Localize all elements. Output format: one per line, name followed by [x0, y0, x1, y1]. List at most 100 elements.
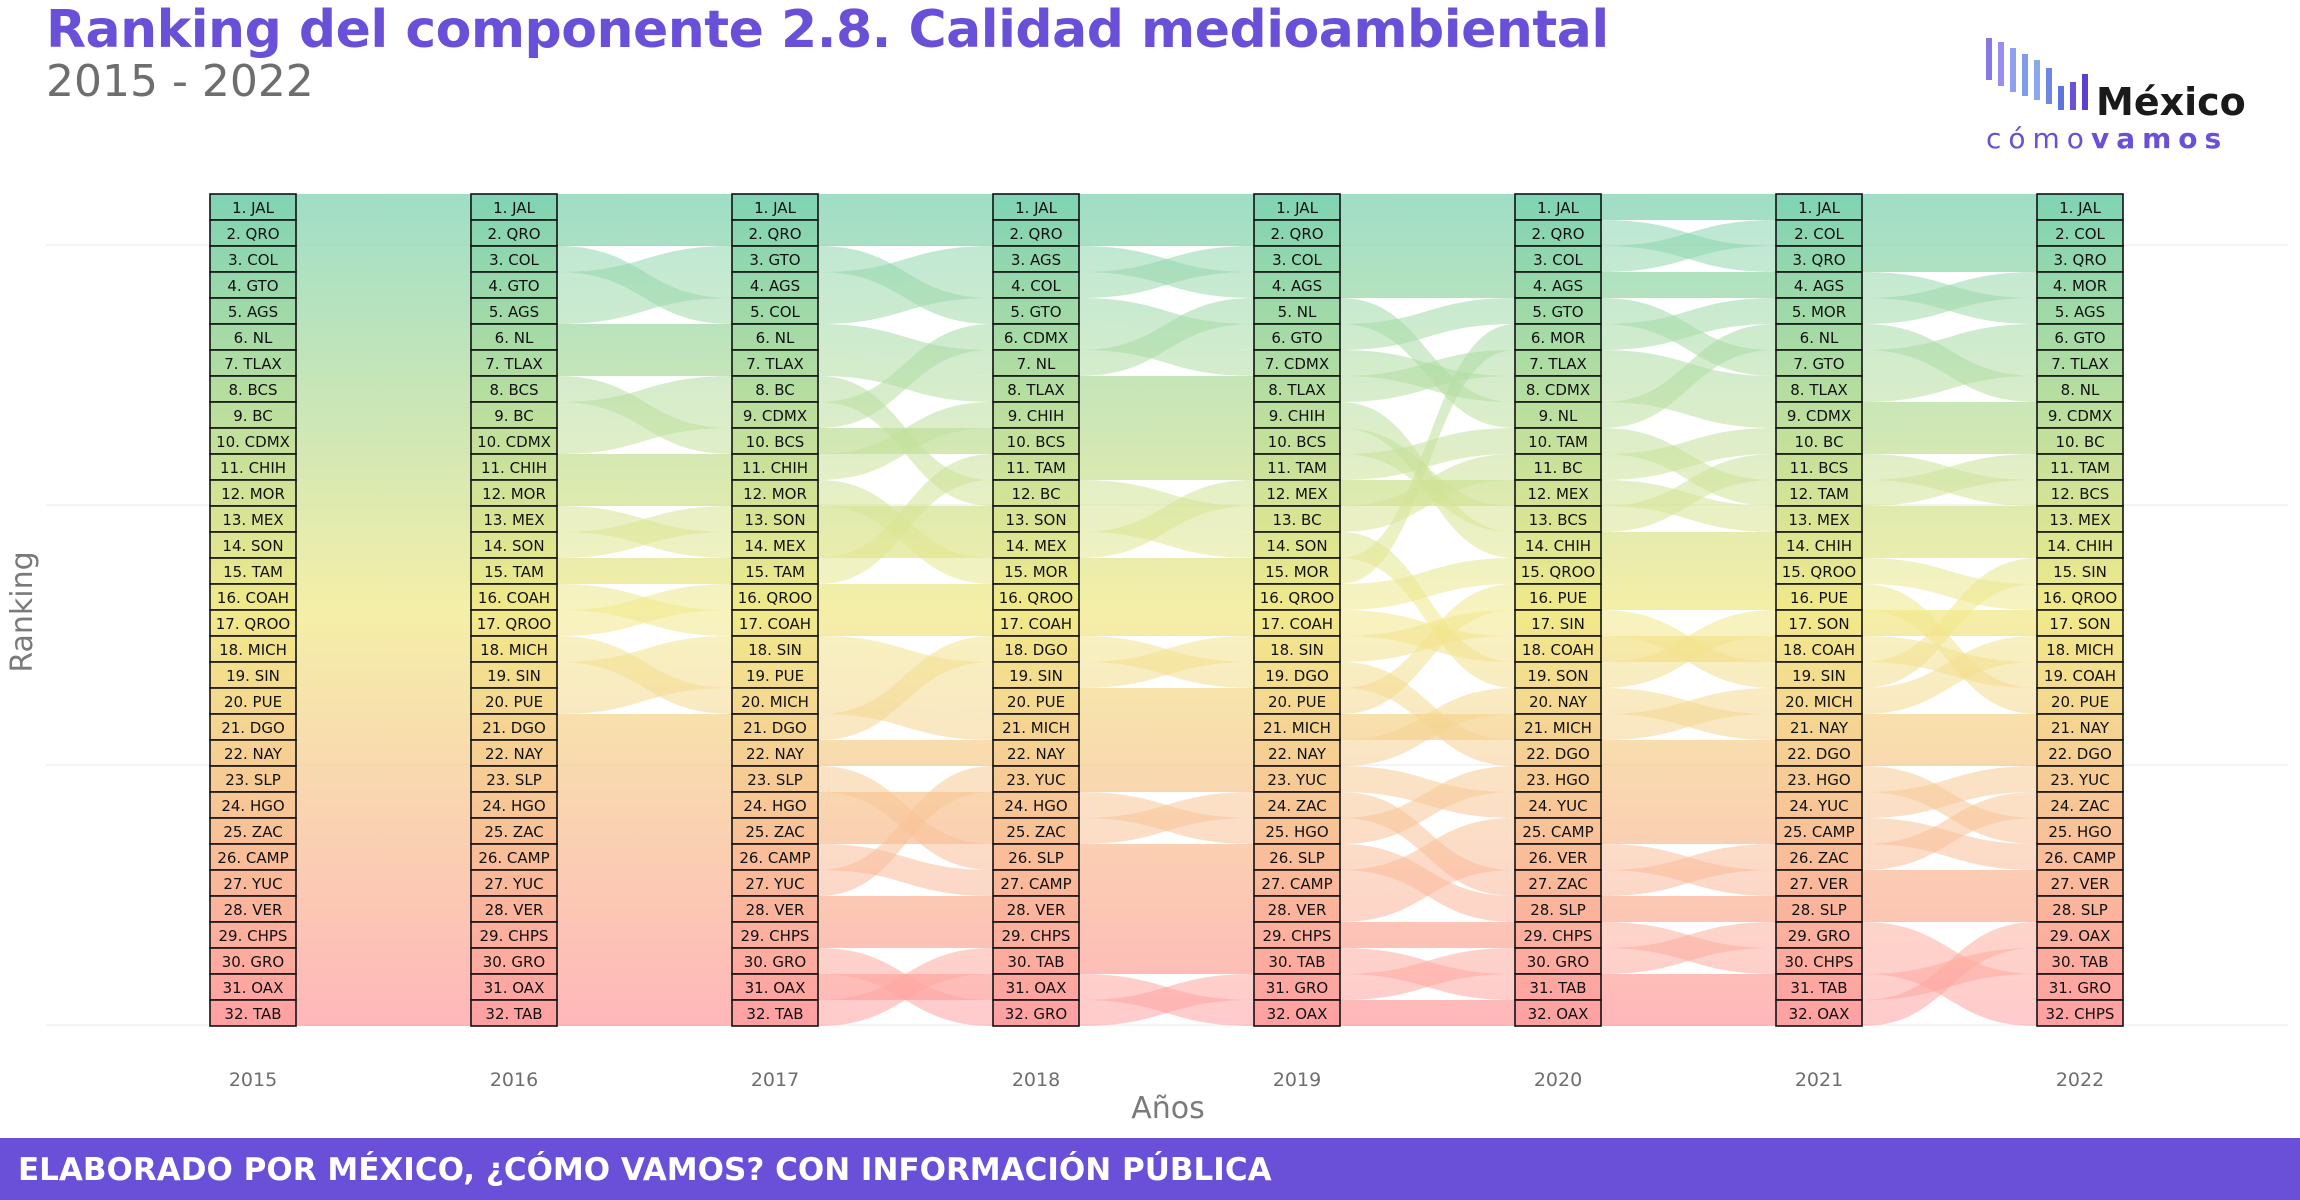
ribbon-mich-2015	[296, 636, 471, 662]
rank-box-2018-24: 24. HGO	[992, 791, 1080, 819]
rank-box-2020-31: 31. TAB	[1514, 973, 1602, 1001]
rank-box-2015-17: 17. QROO	[209, 609, 297, 637]
rank-box-2019-24: 24. ZAC	[1253, 791, 1341, 819]
ribbon-nl-2015	[296, 324, 471, 350]
rank-label: 23. YUC	[1006, 771, 1065, 789]
ribbon-col-2019	[1340, 246, 1515, 272]
ribbon-tam-2015	[296, 558, 471, 584]
rank-box-2015-15: 15. TAM	[209, 557, 297, 585]
rank-label: 14. SON	[222, 537, 283, 555]
rank-box-2018-8: 8. TLAX	[992, 375, 1080, 403]
rank-label: 23. SLP	[225, 771, 281, 789]
rank-box-2019-12: 12. MEX	[1253, 479, 1341, 507]
rank-label: 20. PUE	[1268, 693, 1326, 711]
rank-label: 12. MOR	[482, 485, 546, 503]
rank-label: 9. BC	[233, 407, 273, 425]
ribbon-camp-2016	[557, 844, 732, 870]
rank-box-2020-21: 21. MICH	[1514, 713, 1602, 741]
rank-label: 8. TLAX	[1790, 381, 1847, 399]
x-tick-2020: 2020	[1534, 1069, 1582, 1091]
rank-label: 21. NAY	[1790, 719, 1849, 737]
rank-box-2015-31: 31. OAX	[209, 973, 297, 1001]
ribbon-pue-2015	[296, 688, 471, 714]
ribbon-qroo-2015	[296, 610, 471, 636]
rank-box-2022-29: 29. OAX	[2036, 921, 2124, 949]
rank-box-2017-29: 29. CHPS	[731, 921, 819, 949]
rank-label: 28. SLP	[1530, 901, 1586, 919]
rank-label: 15. TAM	[484, 563, 544, 581]
rank-box-2019-14: 14. SON	[1253, 531, 1341, 559]
rank-box-2017-18: 18. SIN	[731, 635, 819, 663]
ribbon-hgo-2015	[296, 792, 471, 818]
rank-box-2016-20: 20. PUE	[470, 687, 558, 715]
rank-box-2022-7: 7. TLAX	[2036, 349, 2124, 377]
rank-box-2016-31: 31. OAX	[470, 973, 558, 1001]
rank-box-2018-12: 12. BC	[992, 479, 1080, 507]
rank-label: 13. BCS	[1529, 511, 1588, 529]
rank-box-2015-7: 7. TLAX	[209, 349, 297, 377]
rank-box-2015-26: 26. CAMP	[209, 843, 297, 871]
ribbon-nay-2021	[1862, 714, 2037, 740]
rank-label: 26. CAMP	[478, 849, 549, 867]
ribbon-ver-2021	[1862, 870, 2037, 896]
rank-box-2019-15: 15. MOR	[1253, 557, 1341, 585]
rank-label: 29. CHPS	[219, 927, 288, 945]
rank-label: 4. GTO	[227, 277, 278, 295]
ribbon-chps-2019	[1340, 922, 1515, 948]
rank-label: 18. COAH	[1783, 641, 1855, 659]
rank-label: 12. BCS	[2051, 485, 2110, 503]
ribbon-slp-2018	[1079, 844, 1254, 870]
rank-label: 12. MOR	[221, 485, 285, 503]
rank-box-2016-6: 6. NL	[470, 323, 558, 351]
rank-box-2016-14: 14. SON	[470, 531, 558, 559]
ribbon-ags-2020	[1601, 272, 1776, 298]
rank-box-2018-31: 31. OAX	[992, 973, 1080, 1001]
rank-box-2020-10: 10. TAM	[1514, 427, 1602, 455]
rank-box-2015-5: 5. AGS	[209, 297, 297, 325]
rank-label: 26. SLP	[1008, 849, 1064, 867]
rank-label: 3. COL	[489, 251, 539, 269]
rank-label: 28. SLP	[1791, 901, 1847, 919]
ribbon-tlax-2015	[296, 350, 471, 376]
rank-label: 12. MOR	[743, 485, 807, 503]
rank-box-2022-23: 23. YUC	[2036, 765, 2124, 793]
rank-box-2017-10: 10. BCS	[731, 427, 819, 455]
rank-label: 17. SIN	[1531, 615, 1585, 633]
ribbon-jal-2020	[1601, 194, 1776, 220]
rank-label: 31. OAX	[484, 979, 545, 997]
rank-box-2021-12: 12. TAM	[1775, 479, 1863, 507]
rank-label: 4. AGS	[1794, 277, 1844, 295]
rank-label: 14. SON	[483, 537, 544, 555]
rank-box-2020-20: 20. NAY	[1514, 687, 1602, 715]
rank-label: 13. MEX	[483, 511, 544, 529]
rank-label: 9. BC	[494, 407, 534, 425]
footer-bar: ELABORADO POR MÉXICO, ¿CÓMO VAMOS? CON I…	[0, 1138, 2300, 1200]
rank-label: 8. NL	[2061, 381, 2100, 399]
rank-box-2021-32: 32. OAX	[1775, 999, 1863, 1027]
rank-label: 24. YUC	[1528, 797, 1587, 815]
rank-box-2022-1: 1. JAL	[2036, 193, 2124, 221]
rank-label: 1. JAL	[1015, 199, 1058, 217]
ribbon-pue-2020	[1601, 584, 1776, 610]
rank-box-2021-19: 19. SIN	[1775, 661, 1863, 689]
rank-label: 28. VER	[746, 901, 805, 919]
rank-label: 11. CHIH	[742, 459, 808, 477]
rank-label: 2. QRO	[1531, 225, 1584, 243]
rank-box-2017-7: 7. TLAX	[731, 349, 819, 377]
rank-label: 24. ZAC	[2050, 797, 2109, 815]
rank-box-2021-1: 1. JAL	[1775, 193, 1863, 221]
rank-label: 21. DGO	[743, 719, 807, 737]
rank-box-2019-28: 28. VER	[1253, 895, 1341, 923]
rank-label: 32. CHPS	[2046, 1005, 2115, 1023]
rank-box-2019-9: 9. CHIH	[1253, 401, 1341, 429]
rank-label: 7. TLAX	[485, 355, 542, 373]
rank-label: 27. YUC	[745, 875, 804, 893]
rank-label: 19. SIN	[1792, 667, 1846, 685]
rank-label: 32. TAB	[485, 1005, 542, 1023]
rank-label: 2. COL	[1794, 225, 1844, 243]
rank-box-2016-29: 29. CHPS	[470, 921, 558, 949]
rank-box-2015-3: 3. COL	[209, 245, 297, 273]
rank-label: 20. PUE	[2051, 693, 2109, 711]
rank-label: 19. SIN	[487, 667, 541, 685]
rank-label: 20. PUE	[224, 693, 282, 711]
